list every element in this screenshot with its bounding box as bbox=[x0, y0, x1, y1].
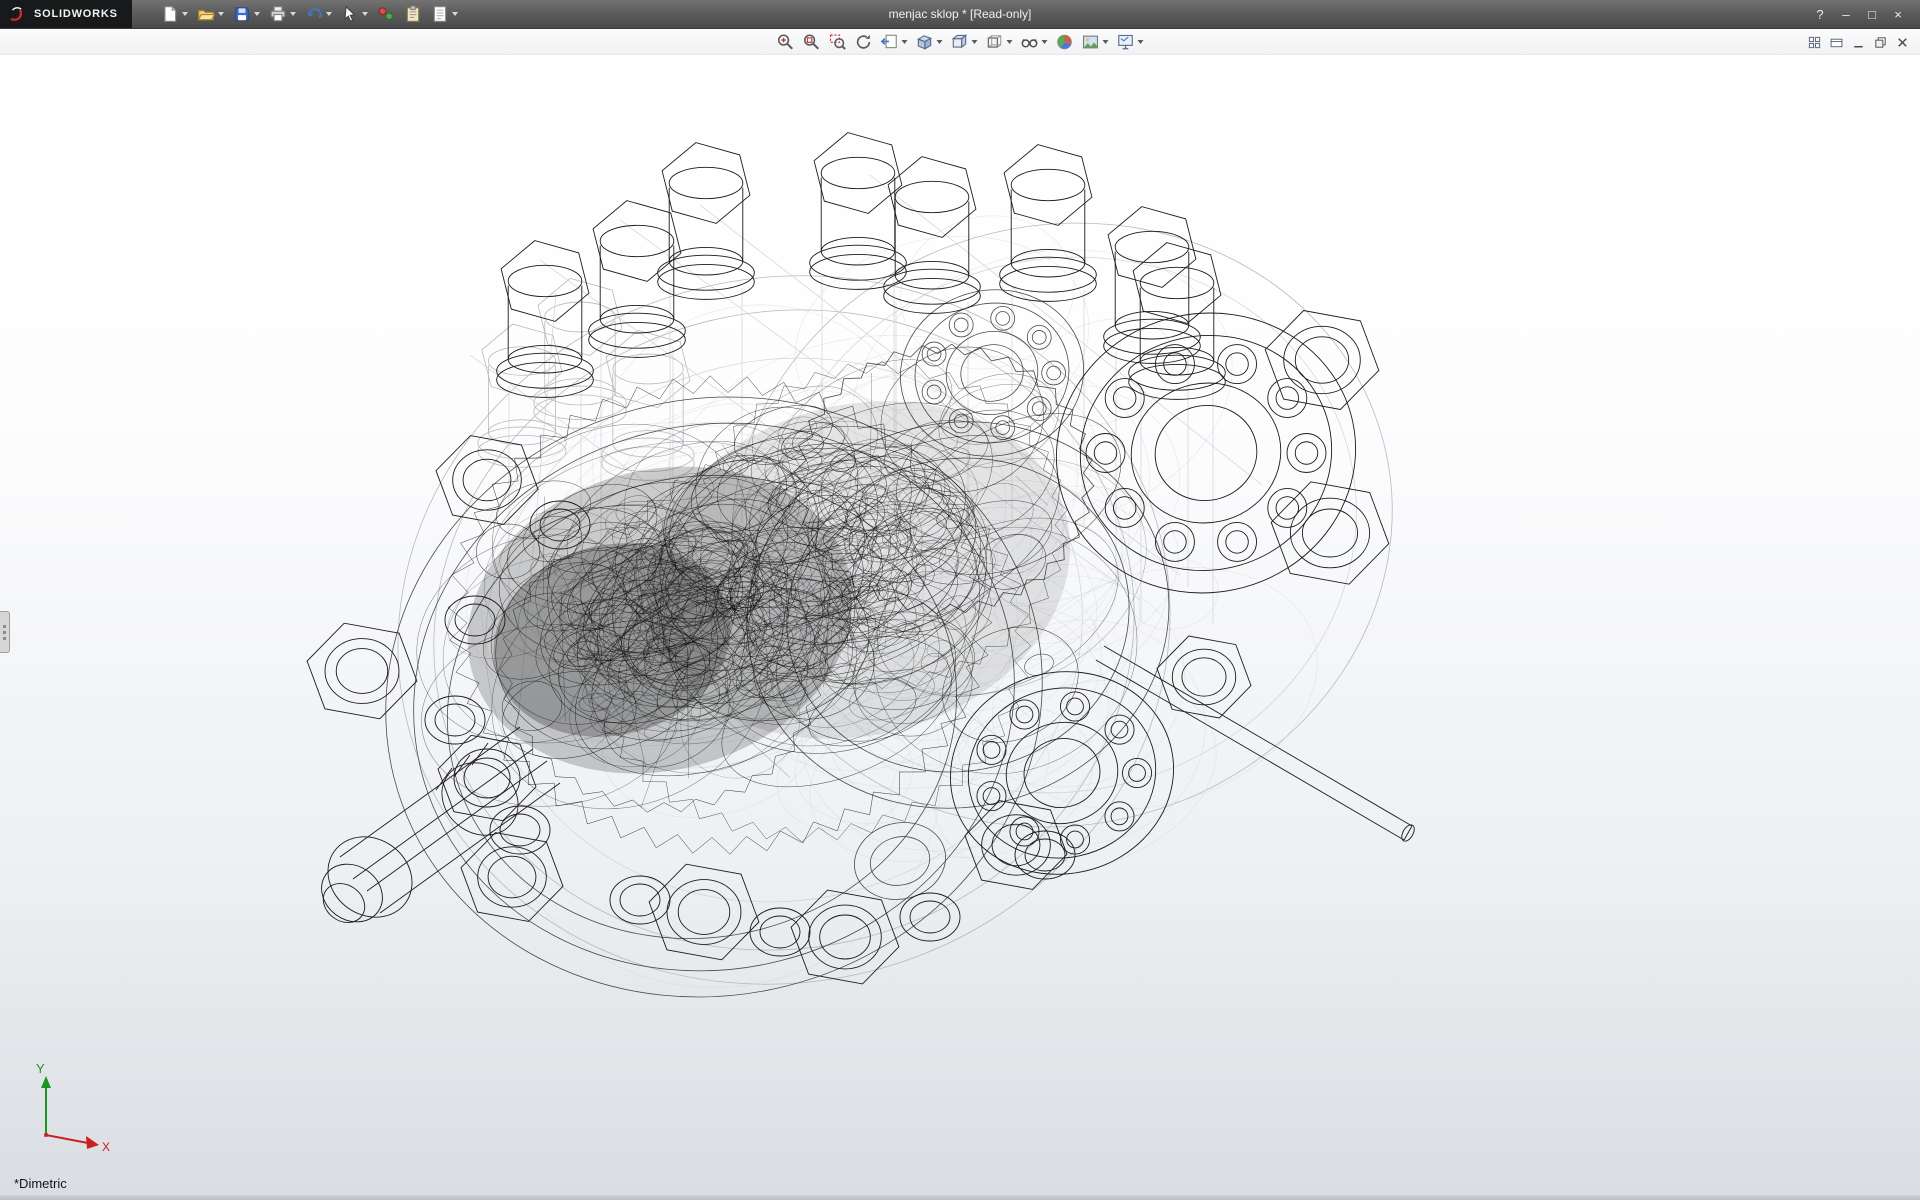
heads-up-view-toolbar bbox=[774, 29, 1147, 55]
window-bottom-edge bbox=[0, 1195, 1920, 1200]
zoom-to-area-button[interactable] bbox=[826, 31, 850, 53]
select-button[interactable] bbox=[338, 2, 371, 26]
open-document-button[interactable] bbox=[194, 2, 227, 26]
clipboard-button[interactable] bbox=[401, 2, 425, 26]
display-style-icon bbox=[986, 33, 1004, 51]
selection-filter-button[interactable] bbox=[374, 2, 398, 26]
view-orientation-button[interactable] bbox=[948, 31, 981, 53]
dropdown-caret-icon bbox=[1138, 40, 1144, 44]
cascade-windows-button[interactable] bbox=[1827, 32, 1846, 52]
appearance-icon bbox=[1056, 33, 1074, 51]
minimize-window-button[interactable]: – bbox=[1834, 4, 1858, 24]
zoom-in-icon bbox=[777, 33, 795, 51]
solidworks-logo-icon bbox=[8, 6, 28, 22]
restore-document-button[interactable] bbox=[1871, 32, 1890, 52]
minimize-document-button[interactable] bbox=[1849, 32, 1868, 52]
document-title: menjac sklop * [Read-only] bbox=[889, 7, 1032, 21]
dropdown-caret-icon bbox=[182, 12, 188, 16]
section-view-button[interactable] bbox=[913, 31, 946, 53]
rotate-view-button[interactable] bbox=[852, 31, 876, 53]
display-style-button[interactable] bbox=[983, 31, 1016, 53]
view-settings-icon bbox=[1117, 33, 1135, 51]
svg-text:Y: Y bbox=[36, 1061, 45, 1076]
maximize-icon: □ bbox=[1868, 8, 1876, 21]
grid-icon bbox=[1807, 35, 1822, 50]
dropdown-caret-icon bbox=[1103, 40, 1109, 44]
scene-icon bbox=[1082, 33, 1100, 51]
solidworks-window: SOLIDWORKS menjac sklop * [Read-only] ? –… bbox=[0, 0, 1920, 1200]
document-properties-button[interactable] bbox=[428, 2, 461, 26]
dropdown-caret-icon bbox=[254, 12, 260, 16]
help-button[interactable]: ? bbox=[1808, 4, 1832, 24]
select-icon bbox=[341, 5, 359, 23]
dropdown-caret-icon bbox=[218, 12, 224, 16]
view-settings-button[interactable] bbox=[1114, 31, 1147, 53]
dropdown-caret-icon bbox=[326, 12, 332, 16]
edit-appearance-button[interactable] bbox=[1053, 31, 1077, 53]
new-icon bbox=[161, 5, 179, 23]
close-window-button[interactable]: × bbox=[1886, 4, 1910, 24]
save-document-button[interactable] bbox=[230, 2, 263, 26]
apply-scene-button[interactable] bbox=[1079, 31, 1112, 53]
hide-show-items-button[interactable] bbox=[1018, 31, 1051, 53]
rotate-icon bbox=[855, 33, 873, 51]
wireframe-model[interactable]: YX bbox=[0, 55, 1920, 1195]
titlebar: SOLIDWORKS menjac sklop * [Read-only] ? –… bbox=[0, 0, 1920, 29]
close-document-button[interactable] bbox=[1893, 32, 1912, 52]
dropdown-caret-icon bbox=[937, 40, 943, 44]
grid2-icon bbox=[1829, 35, 1844, 50]
svg-text:X: X bbox=[102, 1140, 110, 1154]
restore-sm-icon bbox=[1873, 35, 1888, 50]
close-sm-icon bbox=[1895, 35, 1910, 50]
zoom-fit-icon bbox=[803, 33, 821, 51]
print-icon bbox=[269, 5, 287, 23]
solidworks-brand: SOLIDWORKS bbox=[0, 0, 132, 28]
previous-view-button[interactable] bbox=[878, 31, 911, 53]
undo-icon bbox=[305, 5, 323, 23]
zoom-to-fit-button[interactable] bbox=[800, 31, 824, 53]
brand-name: SOLIDWORKS bbox=[34, 8, 118, 20]
dropdown-caret-icon bbox=[452, 12, 458, 16]
view-orientation-label: *Dimetric bbox=[14, 1176, 67, 1191]
dropdown-caret-icon bbox=[362, 12, 368, 16]
cube-icon bbox=[951, 33, 969, 51]
new-document-button[interactable] bbox=[158, 2, 191, 26]
standard-toolbar bbox=[158, 2, 461, 26]
prev-view-icon bbox=[881, 33, 899, 51]
dropdown-caret-icon bbox=[902, 40, 908, 44]
filter-icon bbox=[377, 5, 395, 23]
hide-show-icon bbox=[1021, 33, 1039, 51]
document-window-controls bbox=[1805, 29, 1912, 55]
help-icon: ? bbox=[1816, 8, 1823, 21]
options-icon bbox=[431, 5, 449, 23]
dropdown-caret-icon bbox=[1007, 40, 1013, 44]
zoom-in-out-button[interactable] bbox=[774, 31, 798, 53]
window-controls: ? – □ × bbox=[1808, 4, 1920, 24]
dropdown-caret-icon bbox=[290, 12, 296, 16]
dropdown-caret-icon bbox=[1042, 40, 1048, 44]
section-icon bbox=[916, 33, 934, 51]
print-document-button[interactable] bbox=[266, 2, 299, 26]
minimize-icon: – bbox=[1842, 8, 1849, 21]
tile-windows-button[interactable] bbox=[1805, 32, 1824, 52]
minimize-sm-icon bbox=[1851, 35, 1866, 50]
orientation-triad: YX bbox=[36, 1061, 110, 1154]
graphics-area[interactable]: YX *Dimetric bbox=[0, 55, 1920, 1195]
restore-window-button[interactable]: □ bbox=[1860, 4, 1884, 24]
dropdown-caret-icon bbox=[972, 40, 978, 44]
undo-button[interactable] bbox=[302, 2, 335, 26]
save-icon bbox=[233, 5, 251, 23]
clipboard-icon bbox=[404, 5, 422, 23]
open-icon bbox=[197, 5, 215, 23]
zoom-area-icon bbox=[829, 33, 847, 51]
view-toolbar-row bbox=[0, 29, 1920, 55]
feature-panel-collapsed-tab[interactable] bbox=[0, 611, 10, 653]
close-icon: × bbox=[1894, 8, 1902, 21]
